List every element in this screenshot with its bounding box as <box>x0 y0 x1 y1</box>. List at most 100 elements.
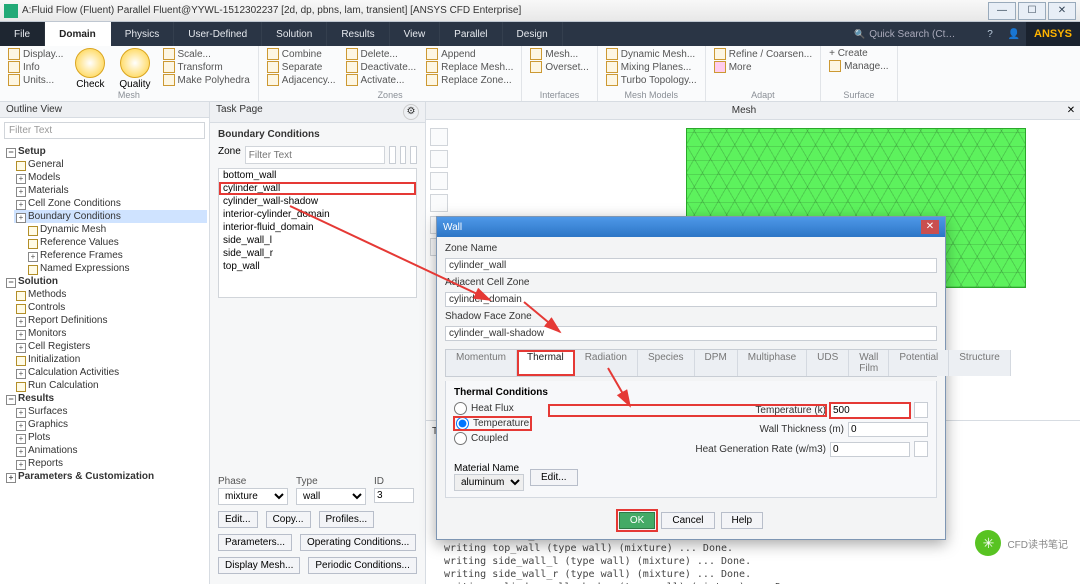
dialog-close-icon[interactable]: ✕ <box>921 220 939 234</box>
copy-button[interactable]: Copy... <box>266 511 311 528</box>
ribbon-makepoly[interactable]: Make Polyhedra <box>161 74 252 86</box>
ribbon-mixing[interactable]: Mixing Planes... <box>604 61 699 73</box>
tree-monitors[interactable]: Monitors <box>14 327 207 340</box>
material-edit-button[interactable]: Edit... <box>530 469 578 486</box>
tree-cellzone[interactable]: Cell Zone Conditions <box>14 197 207 210</box>
tab-species[interactable]: Species <box>638 350 695 376</box>
temperature-input[interactable] <box>830 403 910 418</box>
ribbon-turbo[interactable]: Turbo Topology... <box>604 74 699 86</box>
tree-methods[interactable]: Methods <box>14 288 207 301</box>
tree-surfaces[interactable]: Surfaces <box>14 405 207 418</box>
menu-solution[interactable]: Solution <box>262 22 327 46</box>
menu-physics[interactable]: Physics <box>111 22 174 46</box>
tree-init[interactable]: Initialization <box>14 353 207 366</box>
ok-button[interactable]: OK <box>619 512 655 529</box>
zone-item[interactable]: side_wall_l <box>219 234 416 247</box>
ribbon-scale[interactable]: Scale... <box>161 48 252 60</box>
ribbon-activate[interactable]: Activate... <box>344 74 419 86</box>
menu-userdefined[interactable]: User-Defined <box>174 22 262 46</box>
zone-item-selected[interactable]: cylinder_wall <box>219 182 416 195</box>
cancel-button[interactable]: Cancel <box>661 512 714 529</box>
ribbon-units[interactable]: Units... <box>6 74 65 86</box>
menu-file[interactable]: File <box>0 22 45 46</box>
tree-reportdef[interactable]: Report Definitions <box>14 314 207 327</box>
profiles-button[interactable]: Profiles... <box>319 511 375 528</box>
mesh-tab-title[interactable]: Mesh <box>426 105 1062 116</box>
tab-wallfilm[interactable]: Wall Film <box>849 350 889 376</box>
tree-materials[interactable]: Materials <box>14 184 207 197</box>
tree-namedexpr[interactable]: Named Expressions <box>26 262 207 275</box>
radio-temperature[interactable]: Temperature <box>454 417 531 430</box>
tree-anim[interactable]: Animations <box>14 444 207 457</box>
radio-heatflux[interactable]: Heat Flux <box>454 402 531 415</box>
zone-name-field[interactable]: cylinder_wall <box>445 258 937 273</box>
tab-structure[interactable]: Structure <box>949 350 1011 376</box>
minimize-button[interactable]: — <box>988 2 1016 20</box>
tab-potential[interactable]: Potential <box>889 350 949 376</box>
ribbon-separate[interactable]: Separate <box>265 61 338 73</box>
maximize-button[interactable]: ☐ <box>1018 2 1046 20</box>
ribbon-replacemesh[interactable]: Replace Mesh... <box>424 61 515 73</box>
mesh-close-icon[interactable]: ✕ <box>1062 105 1080 116</box>
tab-momentum[interactable]: Momentum <box>446 350 517 376</box>
close-button[interactable]: ✕ <box>1048 2 1076 20</box>
tree-dynmesh[interactable]: Dynamic Mesh <box>26 223 207 236</box>
ribbon-delete[interactable]: Delete... <box>344 48 419 60</box>
displaymesh-button[interactable]: Display Mesh... <box>218 557 300 574</box>
tab-dpm[interactable]: DPM <box>695 350 738 376</box>
ribbon-adjacency[interactable]: Adjacency... <box>265 74 338 86</box>
ribbon-transform[interactable]: Transform <box>161 61 252 73</box>
ribbon-surface-create[interactable]: + Create <box>827 48 890 59</box>
zone-filter-btn2[interactable] <box>400 146 407 164</box>
tree-setup[interactable]: Setup <box>4 145 207 158</box>
viewport-tool[interactable] <box>430 172 448 190</box>
tree-plots[interactable]: Plots <box>14 431 207 444</box>
taskpage-gear-icon[interactable]: ⚙ <box>403 104 419 120</box>
radio-coupled[interactable]: Coupled <box>454 432 531 445</box>
tree-refvals[interactable]: Reference Values <box>26 236 207 249</box>
tab-multiphase[interactable]: Multiphase <box>738 350 807 376</box>
tree-cellreg[interactable]: Cell Registers <box>14 340 207 353</box>
tree-calcact[interactable]: Calculation Activities <box>14 366 207 379</box>
ribbon-refine[interactable]: Refine / Coarsen... <box>712 48 814 60</box>
tree-boundary[interactable]: Boundary Conditions <box>14 210 207 223</box>
viewport-tool[interactable] <box>430 128 448 146</box>
ribbon-dynmesh[interactable]: Dynamic Mesh... <box>604 48 699 60</box>
menu-domain[interactable]: Domain <box>45 22 111 46</box>
tree-reports[interactable]: Reports <box>14 457 207 470</box>
tree-refframes[interactable]: Reference Frames <box>26 249 207 262</box>
ribbon-interfaces-mesh[interactable]: Mesh... <box>528 48 590 60</box>
dropdown-icon[interactable] <box>914 441 928 457</box>
tree-models[interactable]: Models <box>14 171 207 184</box>
viewport-tool[interactable] <box>430 150 448 168</box>
menu-parallel[interactable]: Parallel <box>440 22 502 46</box>
type-select[interactable]: wall <box>296 488 366 505</box>
tree-graphics[interactable]: Graphics <box>14 418 207 431</box>
tree-solution[interactable]: Solution <box>4 275 207 288</box>
ribbon-more[interactable]: More <box>712 61 814 73</box>
parameters-button[interactable]: Parameters... <box>218 534 292 551</box>
ribbon-append[interactable]: Append <box>424 48 515 60</box>
zone-item[interactable]: cylinder_wall-shadow <box>219 195 416 208</box>
quick-search-input[interactable]: Quick Search (Ct… <box>848 22 978 46</box>
tab-uds[interactable]: UDS <box>807 350 849 376</box>
tree-general[interactable]: General <box>14 158 207 171</box>
opcond-button[interactable]: Operating Conditions... <box>300 534 416 551</box>
phase-select[interactable]: mixture <box>218 488 288 505</box>
ribbon-info[interactable]: Info <box>6 61 65 73</box>
id-field[interactable] <box>374 488 414 503</box>
help-icon[interactable]: ? <box>978 22 1002 46</box>
ribbon-interfaces-overset[interactable]: Overset... <box>528 61 590 73</box>
zone-filter-btn1[interactable] <box>389 146 396 164</box>
zone-filter-input[interactable] <box>245 146 385 164</box>
ribbon-surface-manage[interactable]: Manage... <box>827 60 890 72</box>
outline-filter[interactable]: Filter Text <box>4 122 205 139</box>
tree-params[interactable]: Parameters & Customization <box>4 470 207 483</box>
zone-filter-btn3[interactable] <box>410 146 417 164</box>
zone-item[interactable]: side_wall_r <box>219 247 416 260</box>
user-icon[interactable]: 👤 <box>1002 22 1026 46</box>
help-button[interactable]: Help <box>721 512 764 529</box>
wall-thickness-input[interactable] <box>848 422 928 437</box>
menu-results[interactable]: Results <box>327 22 389 46</box>
zone-item[interactable]: bottom_wall <box>219 169 416 182</box>
